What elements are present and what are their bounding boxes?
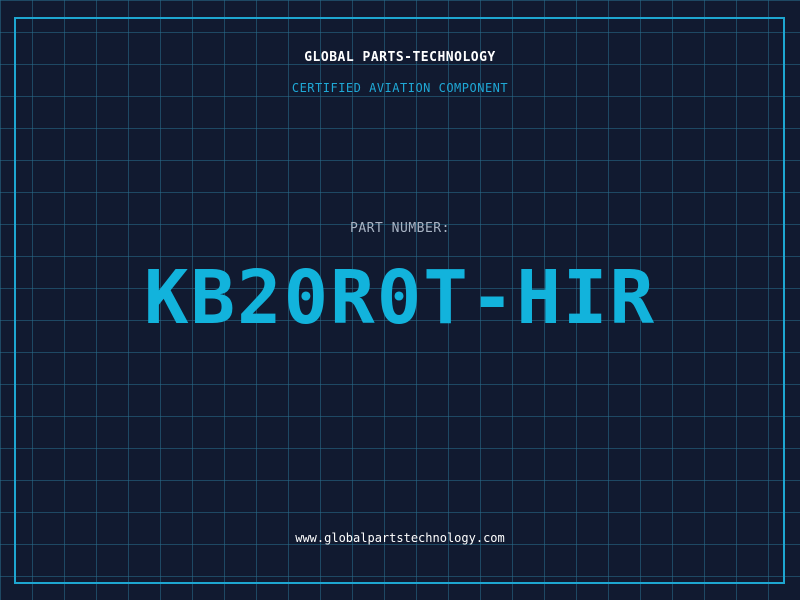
certification-subtitle: CERTIFIED AVIATION COMPONENT [291, 81, 509, 95]
part-card: GLOBAL PARTS-TECHNOLOGY CERTIFIED AVIATI… [0, 0, 800, 600]
website-url: www.globalpartstechnology.com [295, 531, 505, 545]
company-name: GLOBAL PARTS-TECHNOLOGY [304, 50, 496, 65]
part-number-label: PART NUMBER: [350, 221, 450, 236]
part-number-value: KB20R0T-HIR [143, 255, 657, 341]
